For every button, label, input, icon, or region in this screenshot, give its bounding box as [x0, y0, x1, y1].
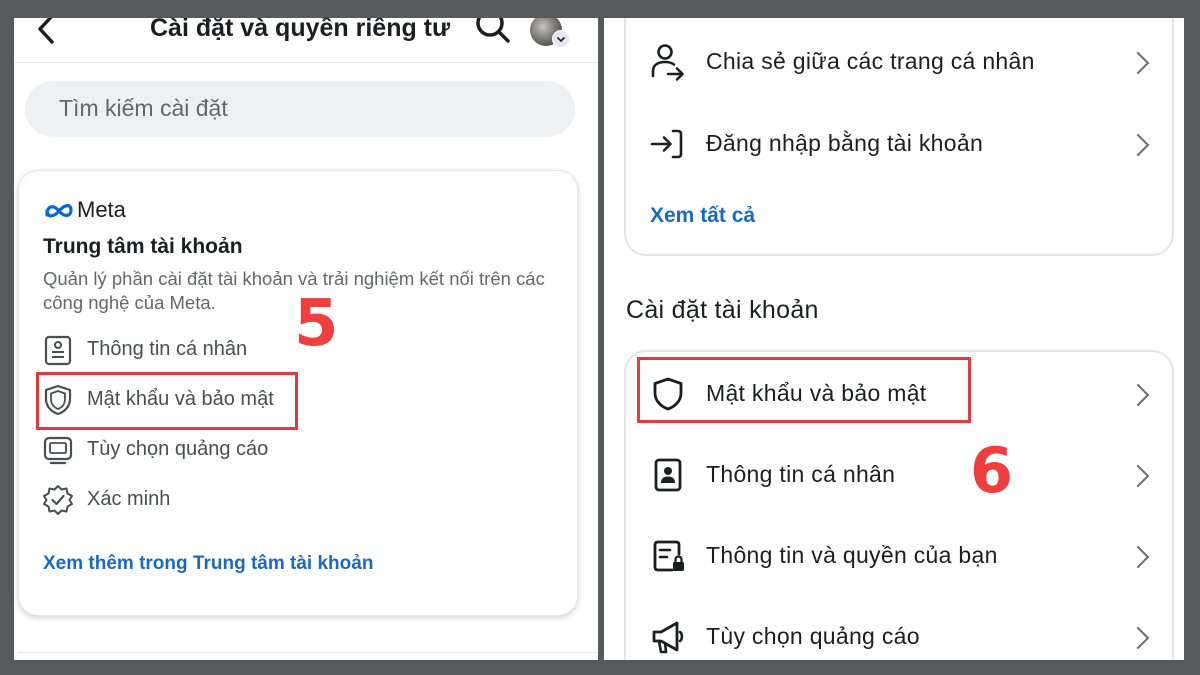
accounts-center-screen: Chia sẻ giữa các trang cá nhân Đăng nhập…	[604, 18, 1184, 660]
page-title: Cài đặt và quyền riêng tư	[150, 18, 451, 42]
see-all-link[interactable]: Xem tất cả	[650, 204, 755, 228]
settings-privacy-screen: Cài đặt và quyền riêng tư Tìm kiếm cài đ…	[14, 18, 598, 660]
accounts-center-item-verification[interactable]: Xác minh	[39, 481, 339, 521]
accounts-center-item-label: Xác minh	[87, 488, 171, 510]
verified-badge-icon	[43, 485, 73, 515]
chevron-right-icon	[1126, 464, 1150, 488]
chevron-right-icon	[1126, 51, 1150, 75]
section-divider	[18, 652, 598, 653]
connected-experiences-card: Chia sẻ giữa các trang cá nhân Đăng nhập…	[624, 18, 1174, 256]
person-share-icon	[651, 44, 684, 81]
accounts-center-title: Trung tâm tài khoản	[43, 235, 243, 258]
meta-wordmark: Meta	[77, 197, 126, 222]
list-item-label: Tùy chọn quảng cáo	[706, 623, 920, 649]
back-arrow-icon	[38, 18, 54, 44]
list-item-label: Thông tin và quyền của bạn	[706, 542, 998, 568]
accounts-center-item-label: Thông tin cá nhân	[87, 338, 248, 360]
meta-logo: Meta	[43, 197, 163, 223]
id-badge-icon	[654, 458, 682, 492]
list-item-label: Thông tin cá nhân	[706, 461, 896, 487]
header-divider	[14, 62, 598, 63]
megaphone-icon	[652, 621, 684, 654]
chevron-right-icon	[1126, 383, 1150, 407]
chevron-right-icon	[1126, 626, 1150, 650]
step-number-5: 5	[294, 287, 339, 361]
highlight-password-security	[36, 372, 298, 430]
search-placeholder: Tìm kiếm cài đặt	[59, 95, 228, 121]
login-arrow-icon	[650, 129, 683, 159]
highlight-password-security	[637, 357, 971, 423]
profile-switcher[interactable]	[530, 18, 570, 48]
list-item-share-across-profiles[interactable]: Chia sẻ giữa các trang cá nhân	[626, 26, 1172, 96]
list-item-personal-info[interactable]: Thông tin cá nhân	[626, 439, 1172, 509]
chevron-down-icon	[552, 30, 570, 48]
document-lock-icon	[653, 540, 684, 572]
meta-infinity-icon	[45, 204, 73, 218]
chevron-right-icon	[1126, 133, 1150, 157]
search-button[interactable]	[474, 18, 512, 44]
see-more-accounts-center-link[interactable]: Xem thêm trong Trung tâm tài khoản	[43, 553, 373, 575]
list-item-your-information-permissions[interactable]: Thông tin và quyền của bạn	[626, 520, 1172, 590]
list-item-label: Đăng nhập bằng tài khoản	[706, 130, 984, 156]
list-item-label: Chia sẻ giữa các trang cá nhân	[706, 48, 1035, 74]
step-number-6: 6	[970, 434, 1014, 507]
search-icon	[476, 18, 510, 43]
back-button[interactable]	[32, 18, 62, 46]
account-settings-section-title: Cài đặt tài khoản	[626, 296, 819, 324]
chevron-right-icon	[1126, 545, 1150, 569]
list-item-ad-preferences[interactable]: Tùy chọn quảng cáo	[626, 601, 1172, 660]
list-item-login-with-account[interactable]: Đăng nhập bằng tài khoản	[626, 108, 1172, 178]
id-card-icon	[44, 335, 72, 366]
search-settings-field[interactable]: Tìm kiếm cài đặt	[25, 81, 575, 137]
monitor-icon	[43, 436, 73, 465]
accounts-center-item-ad-preferences[interactable]: Tùy chọn quảng cáo	[39, 431, 339, 471]
accounts-center-item-label: Tùy chọn quảng cáo	[87, 438, 269, 460]
